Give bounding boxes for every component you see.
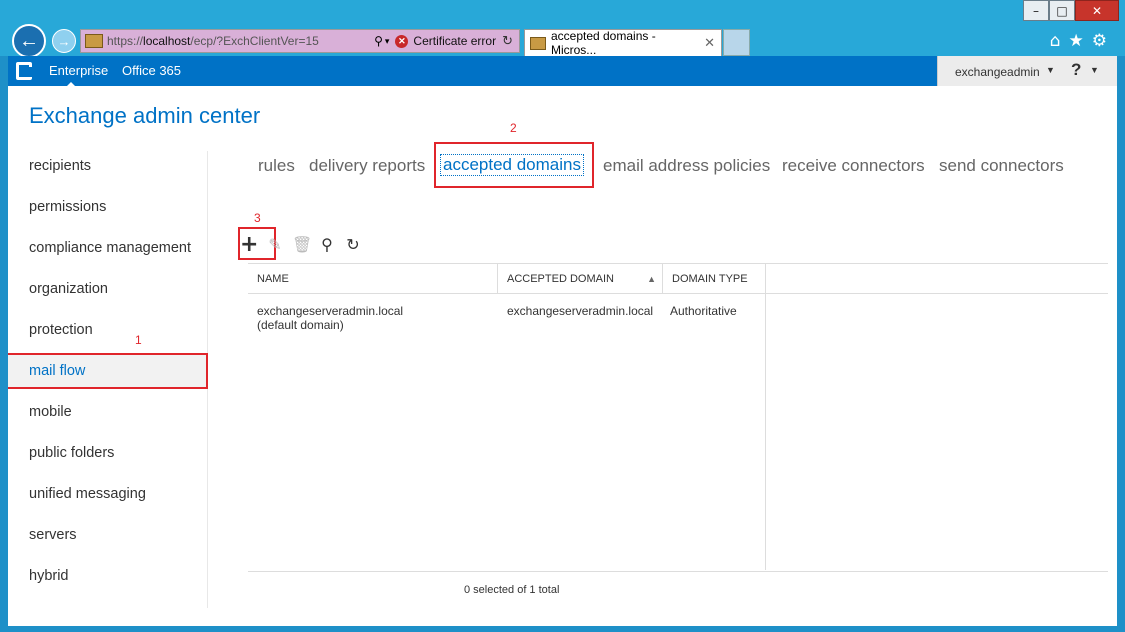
page-viewport: Enterprise Office 365 exchangeadmin ▼ ? … (8, 56, 1117, 626)
grid-divider (765, 294, 766, 570)
forward-button[interactable]: → (52, 29, 76, 53)
username[interactable]: exchangeadmin (955, 65, 1040, 79)
tab-rules[interactable]: rules (258, 156, 295, 176)
trash-icon[interactable]: 🗑 (292, 235, 312, 254)
tab-email-address-policies[interactable]: email address policies (603, 156, 770, 176)
selection-status: 0 selected of 1 total (464, 584, 560, 596)
nav-office365[interactable]: Office 365 (122, 63, 181, 78)
address-dropdown-icon[interactable]: ▾ (385, 36, 390, 47)
sidebar-item-servers[interactable]: servers (8, 517, 208, 553)
help-dropdown-icon[interactable]: ▼ (1090, 65, 1099, 75)
favorites-star-icon[interactable]: ★ (1069, 31, 1084, 51)
grid-toolbar: + ✎ 🗑 ⚲ ↻ (240, 232, 362, 257)
refresh-page-icon[interactable]: ↻ (502, 34, 513, 49)
tab-send-connectors[interactable]: send connectors (939, 156, 1064, 176)
forward-arrow-icon: → (57, 33, 71, 49)
back-arrow-icon: ← (19, 29, 39, 52)
table-cell: Authoritative (670, 304, 737, 318)
column-header-accepted-domain-label: ACCEPTED DOMAIN (507, 273, 614, 285)
page-title: Exchange admin center (29, 103, 261, 128)
browser-toolbar-icons: ⌂ ★ ⚙ (1050, 31, 1107, 51)
annotation-box-accepted-domains (434, 142, 594, 188)
browser-chrome: – □ ✕ ← → https://localhost/ecp/?ExchCli… (0, 0, 1125, 58)
accepted-domains-grid: NAME ACCEPTED DOMAIN ▲ DOMAIN TYPE excha… (248, 263, 1108, 573)
user-dropdown-icon[interactable]: ▼ (1046, 65, 1055, 75)
annotation-number-2: 2 (510, 121, 517, 135)
user-menu[interactable]: exchangeadmin ▼ ? ▼ (937, 56, 1117, 86)
minimize-button[interactable]: – (1023, 0, 1049, 21)
tab-delivery-reports[interactable]: delivery reports (309, 156, 425, 176)
pencil-icon[interactable]: ✎ (266, 235, 284, 254)
office365-top-bar: Enterprise Office 365 exchangeadmin ▼ ? … (8, 56, 1117, 87)
annotation-number-3: 3 (254, 211, 261, 225)
tab-receive-connectors[interactable]: receive connectors (782, 156, 925, 176)
certificate-error-icon[interactable]: ✕ (395, 34, 409, 48)
sidebar-item-protection[interactable]: protection (8, 312, 208, 348)
column-header-name[interactable]: NAME (248, 264, 498, 294)
column-header-domain-type[interactable]: DOMAIN TYPE (663, 264, 766, 294)
address-bar[interactable]: https://localhost/ecp/?ExchClientVer=15 … (80, 29, 520, 53)
search-icon[interactable]: ⚲ (318, 235, 336, 254)
maximize-button[interactable]: □ (1049, 0, 1075, 21)
address-search-icon[interactable]: ⚲ (374, 34, 383, 48)
office-logo-icon[interactable] (16, 62, 32, 80)
add-icon[interactable]: + (240, 232, 258, 257)
column-header-accepted-domain[interactable]: ACCEPTED DOMAIN ▲ (498, 264, 663, 294)
sidebar-item-recipients[interactable]: recipients (8, 148, 208, 184)
browser-window: – □ ✕ ← → https://localhost/ecp/?ExchCli… (0, 0, 1125, 632)
nav-enterprise[interactable]: Enterprise (49, 63, 108, 78)
new-tab-button[interactable] (723, 29, 750, 56)
sort-ascending-icon: ▲ (647, 274, 656, 284)
home-icon[interactable]: ⌂ (1050, 31, 1061, 51)
sidebar-item-permissions[interactable]: permissions (8, 189, 208, 225)
grid-footer-divider (248, 571, 1108, 572)
close-window-button[interactable]: ✕ (1075, 0, 1119, 21)
page-favicon-icon (85, 34, 103, 48)
annotation-number-1: 1 (135, 333, 142, 347)
help-button[interactable]: ? (1071, 60, 1081, 80)
active-indicator-icon (66, 82, 76, 87)
settings-gear-icon[interactable]: ⚙ (1092, 31, 1107, 51)
tab-close-icon[interactable]: ✕ (704, 35, 715, 51)
annotation-box-mail-flow (8, 353, 208, 389)
sidebar-item-hybrid[interactable]: hybrid (8, 558, 208, 594)
sidebar-item-unified-messaging[interactable]: unified messaging (8, 476, 208, 512)
sidebar-item-public-folders[interactable]: public folders (8, 435, 208, 471)
browser-tab-active[interactable]: accepted domains - Micros... ✕ (524, 29, 722, 57)
certificate-error-label[interactable]: Certificate error (413, 34, 496, 48)
sidebar-item-compliance-management[interactable]: compliance management (8, 230, 208, 266)
grid-header: NAME ACCEPTED DOMAIN ▲ DOMAIN TYPE (248, 264, 1108, 294)
back-button[interactable]: ← (12, 24, 46, 58)
refresh-icon[interactable]: ↻ (344, 235, 362, 254)
table-cell: exchangeserveradmin.local (default domai… (257, 304, 404, 332)
sidebar-item-mobile[interactable]: mobile (8, 394, 208, 430)
window-controls: – □ ✕ (1023, 0, 1119, 21)
sidebar-item-organization[interactable]: organization (8, 271, 208, 307)
address-url[interactable]: https://localhost/ecp/?ExchClientVer=15 (107, 34, 319, 48)
table-cell: exchangeserveradmin.local (507, 304, 654, 318)
tab-favicon-icon (530, 36, 546, 50)
tab-title: accepted domains - Micros... (550, 29, 656, 57)
